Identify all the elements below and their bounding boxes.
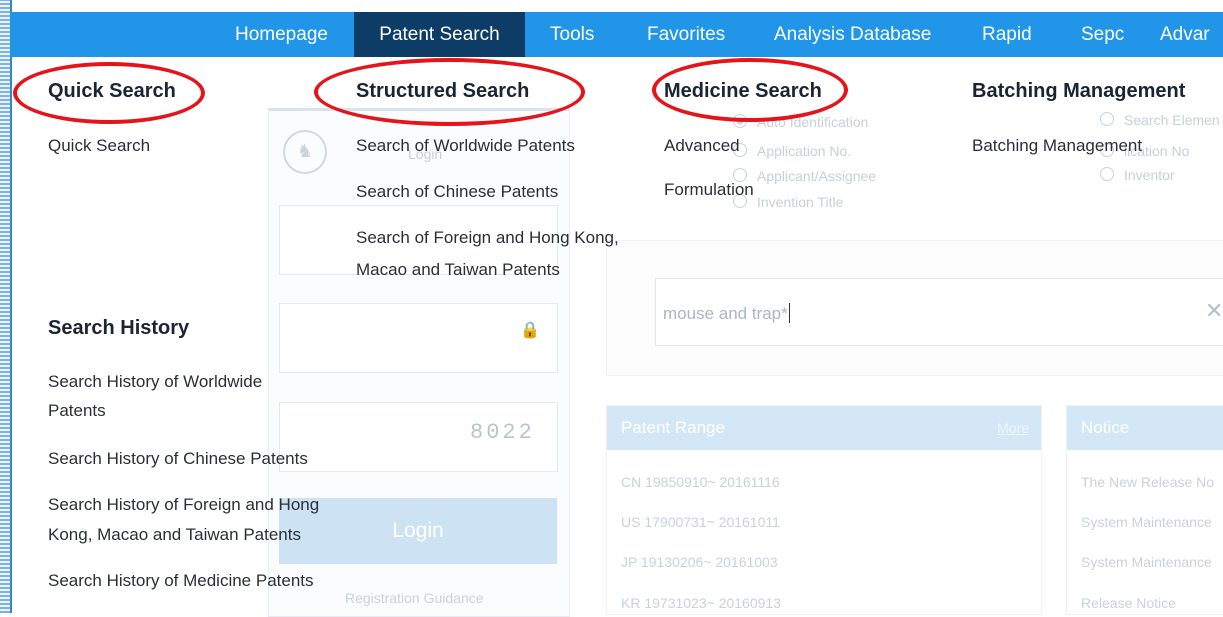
radio-search-element[interactable]: Search Elemen (1100, 112, 1220, 128)
clear-search-icon[interactable]: ✕ (1205, 298, 1223, 324)
menu-item-formulation[interactable]: Formulation (664, 177, 754, 203)
nav-rapid[interactable]: Rapid (982, 12, 1032, 57)
nav-analysis-database[interactable]: Analysis Database (774, 12, 931, 57)
menu-item-worldwide-patents[interactable]: Search of Worldwide Patents (356, 133, 575, 159)
highlight-ellipse-quick-search (13, 62, 205, 124)
patent-range-panel: Patent Range More CN 19850910~ 20161116 U… (606, 405, 1042, 615)
radio-inventor[interactable]: Inventor (1100, 167, 1175, 183)
notice-row[interactable]: The New Release No (1081, 474, 1214, 490)
menu-item-advanced[interactable]: Advanced (664, 133, 740, 159)
notice-row[interactable]: System Maintenance (1081, 554, 1212, 570)
search-query-text: mouse and trap* (663, 303, 790, 323)
menu-item-foreign-hk-macao-taiwan-patents-line2[interactable]: Macao and Taiwan Patents (356, 257, 560, 283)
menu-item-history-foreign-line2[interactable]: Kong, Macao and Taiwan Patents (48, 522, 301, 548)
radio-applicant-assignee[interactable]: Applicant/Assignee (733, 168, 876, 184)
patent-range-row: US 17900731~ 20161011 (621, 514, 780, 530)
user-avatar-icon: ♞ (283, 130, 327, 174)
notice-row[interactable]: Release Notice (1081, 595, 1176, 611)
menu-item-history-chinese[interactable]: Search History of Chinese Patents (48, 446, 308, 472)
top-nav-bar: Homepage Patent Search Tools Favorites A… (10, 12, 1223, 57)
menu-item-history-worldwide-line2[interactable]: Patents (48, 398, 106, 424)
menu-item-history-foreign[interactable]: Search History of Foreign and Hong (48, 492, 319, 518)
menu-item-chinese-patents[interactable]: Search of Chinese Patents (356, 179, 558, 205)
notice-title: Notice (1081, 418, 1130, 437)
captcha-image[interactable]: 8022 (470, 420, 535, 445)
login-button[interactable]: Login (279, 498, 557, 564)
menu-item-quick-search[interactable]: Quick Search (48, 133, 150, 159)
highlight-ellipse-medicine-search (652, 58, 848, 122)
notice-panel: Notice The New Release No System Mainten… (1066, 405, 1223, 615)
menu-item-batching-management[interactable]: Batching Management (972, 133, 1142, 159)
patent-range-row: KR 19731023~ 20160913 (621, 595, 781, 611)
lock-icon: 🔒 (520, 322, 540, 339)
window-frame-left (0, 0, 12, 613)
menu-item-foreign-hk-macao-taiwan-patents[interactable]: Search of Foreign and Hong Kong, (356, 225, 619, 251)
menu-heading-batching-management: Batching Management (972, 80, 1186, 102)
nav-homepage[interactable]: Homepage (235, 12, 328, 57)
patent-range-title: Patent Range (621, 418, 725, 437)
nav-tools[interactable]: Tools (550, 12, 594, 57)
nav-favorites[interactable]: Favorites (647, 12, 725, 57)
menu-heading-search-history: Search History (48, 317, 190, 339)
notice-row[interactable]: System Maintenance (1081, 514, 1212, 530)
patent-range-row: JP 19130206~ 20161003 (621, 554, 778, 570)
password-field[interactable] (279, 303, 558, 373)
registration-guidance-link[interactable]: Registration Guidance (345, 590, 484, 606)
nav-advanced[interactable]: Advar (1160, 12, 1210, 57)
patent-range-more-link[interactable]: More (997, 406, 1029, 450)
nav-patent-search[interactable]: Patent Search (354, 12, 525, 57)
highlight-ellipse-structured-search (314, 58, 585, 126)
menu-item-history-worldwide[interactable]: Search History of Worldwide (48, 369, 262, 395)
nav-sepc[interactable]: Sepc (1081, 12, 1124, 57)
patent-range-row: CN 19850910~ 20161116 (621, 474, 780, 490)
radio-application-no[interactable]: Application No. (733, 143, 851, 159)
menu-item-history-medicine[interactable]: Search History of Medicine Patents (48, 568, 314, 594)
